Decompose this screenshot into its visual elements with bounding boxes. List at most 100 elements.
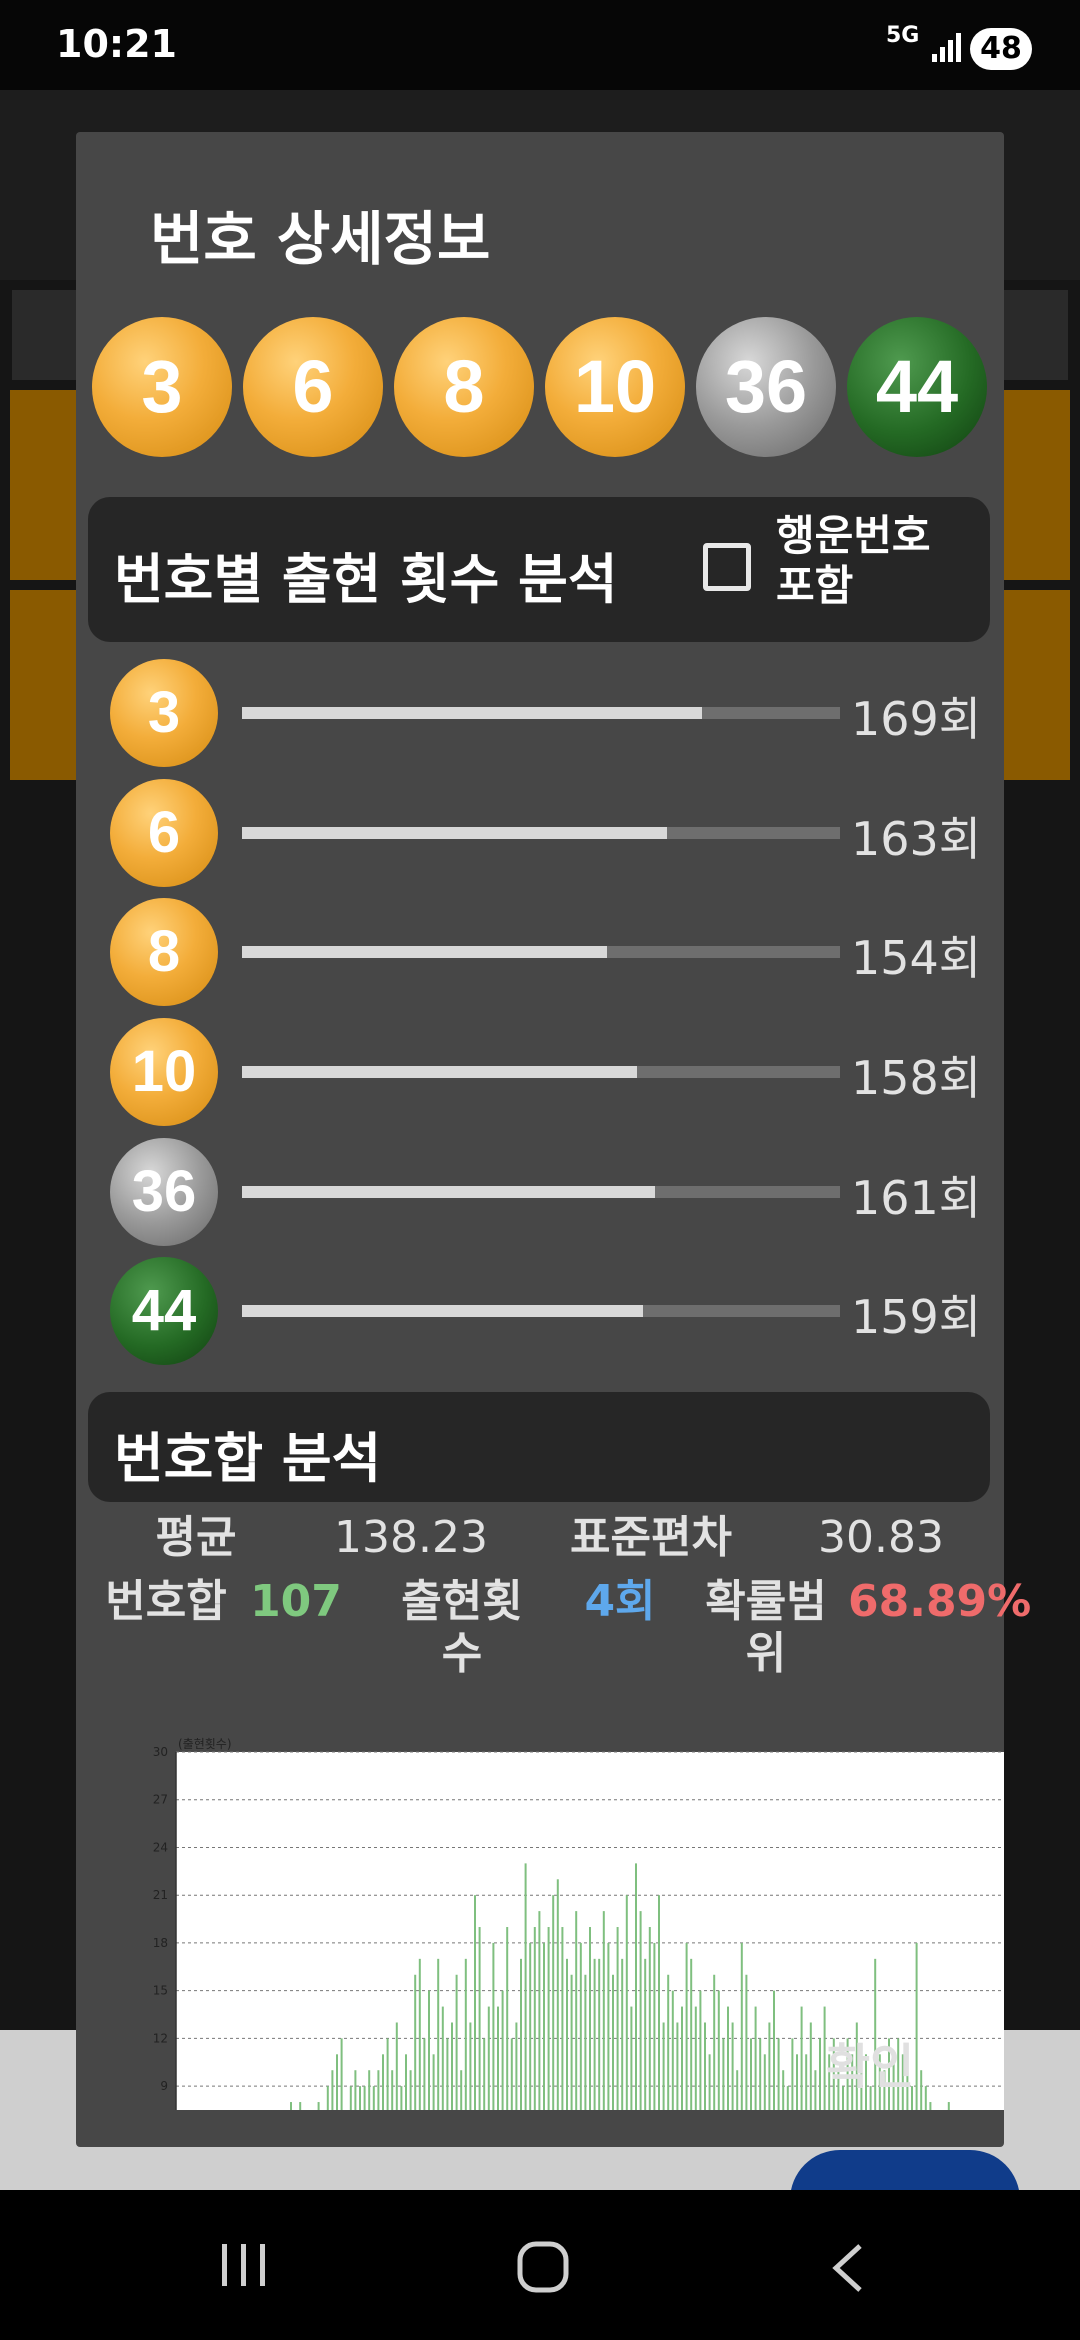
chart-bar [791,2038,794,2110]
frequency-row: 44 159회 [76,1257,1004,1365]
chart-bar [731,2022,734,2110]
chart-bar [497,2006,499,2110]
chart-bar [768,2022,771,2110]
chart-bar [299,2102,302,2110]
chart-bar [359,2086,361,2110]
chart-bar [533,1927,536,2110]
chart-bar [340,2038,343,2110]
number-ball: 6 [110,779,218,887]
chart-bar [736,2070,739,2110]
chart-bar [690,1958,693,2110]
chart-bar [561,1927,564,2110]
chart-bar [395,2022,398,2110]
number-ball: 10 [545,317,685,457]
frequency-count: 158회 [851,1051,982,1105]
frequency-section-title: 번호별 출현 횟수 분석 [114,548,618,611]
chart-bar [382,2054,384,2110]
chart-bar [290,2102,292,2110]
chart-bar [639,1911,642,2110]
chart-bar [621,1958,624,2110]
chart-bar [460,2070,463,2110]
chart-bar [372,2086,375,2110]
chart-bar [579,1942,582,2110]
chart-bar [777,2038,780,2110]
chart-y-tick-label: 24 [153,1840,168,1854]
chart-bar [713,1974,716,2110]
frequency-bar-track [242,1066,840,1078]
frequency-bar-fill [242,707,703,719]
chart-y-tick-label: 18 [153,1936,168,1950]
frequency-row: 6 163회 [76,779,1004,887]
probability-value: 68.89% [848,1576,1032,1627]
chart-bar [920,2070,923,2110]
frequency-row: 8 154회 [76,898,1004,1006]
chart-bar [515,2022,518,2110]
frequency-bar-track [242,946,840,958]
chart-bar [814,2070,817,2110]
chart-bar [717,1990,720,2110]
frequency-bar-track [242,707,840,719]
chart-bar [754,2006,757,2110]
frequency-count: 169회 [851,692,982,746]
chart-bar [630,2006,633,2110]
chart-bar [478,1927,481,2110]
chart-bar [607,1942,610,2110]
chart-y-tick-label: 12 [153,2031,168,2045]
chart-bar [428,1990,430,2110]
chart-bar [616,1927,619,2110]
bonus-include-checkbox[interactable] [703,543,751,591]
chart-bar [331,2070,334,2110]
chart-bar [773,1990,775,2110]
chart-bar [437,1958,440,2110]
back-icon[interactable] [826,2240,870,2296]
frequency-row: 36 161회 [76,1138,1004,1246]
chart-bar [400,2086,403,2110]
chart-bar [648,1927,651,2110]
chart-bar [740,1942,743,2110]
chart-bar [782,2070,785,2110]
chart-bar [405,2054,407,2110]
std-label: 표준편차 [570,1512,732,1563]
chart-y-tick-label: 30 [153,1745,168,1759]
home-icon[interactable] [516,2240,572,2296]
chart-bar [506,1927,509,2110]
chart-bar [510,2038,513,2110]
chart-bar [363,2086,366,2110]
frequency-section-header: 번호별 출현 횟수 분석 행운번호 포함 [88,497,990,642]
chart-bar [708,2054,711,2110]
frequency-count: 159회 [851,1290,982,1344]
chart-bar [446,2038,449,2110]
bonus-include-label[interactable]: 행운번호 포함 [776,511,976,611]
chart-bar [317,2102,320,2110]
chart-bar [543,1942,545,2110]
chart-bar [409,2070,412,2110]
chart-bar [800,2006,803,2110]
chart-bar [336,2054,338,2110]
chart-bar [676,2022,679,2110]
number-ball: 8 [394,317,534,457]
chart-bar [432,2054,435,2110]
number-ball: 3 [92,317,232,457]
frequency-bar-track [242,827,840,839]
chart-bar [575,1911,578,2110]
chart-bar [667,1974,670,2110]
avg-value: 138.23 [334,1512,488,1563]
chart-bar [644,1958,647,2110]
chart-bar [722,2038,725,2110]
chart-bar [354,2070,357,2110]
std-value: 30.83 [818,1512,944,1563]
chart-bar [947,2102,950,2110]
chart-y-tick-label: 27 [153,1793,168,1807]
chart-bar [805,2054,808,2110]
chart-bar [501,1990,504,2110]
chart-bar [538,1911,541,2110]
recent-apps-icon[interactable] [216,2240,272,2290]
number-ball: 44 [110,1257,218,1365]
chart-bar [602,1911,605,2110]
chart-bar [593,1958,596,2110]
confirm-button[interactable]: 확인 [826,2027,914,2097]
chart-bar [418,1958,421,2110]
chart-y-tick-label: 21 [153,1888,168,1902]
chart-bar [492,1942,495,2110]
chart-bar [653,1942,656,2110]
